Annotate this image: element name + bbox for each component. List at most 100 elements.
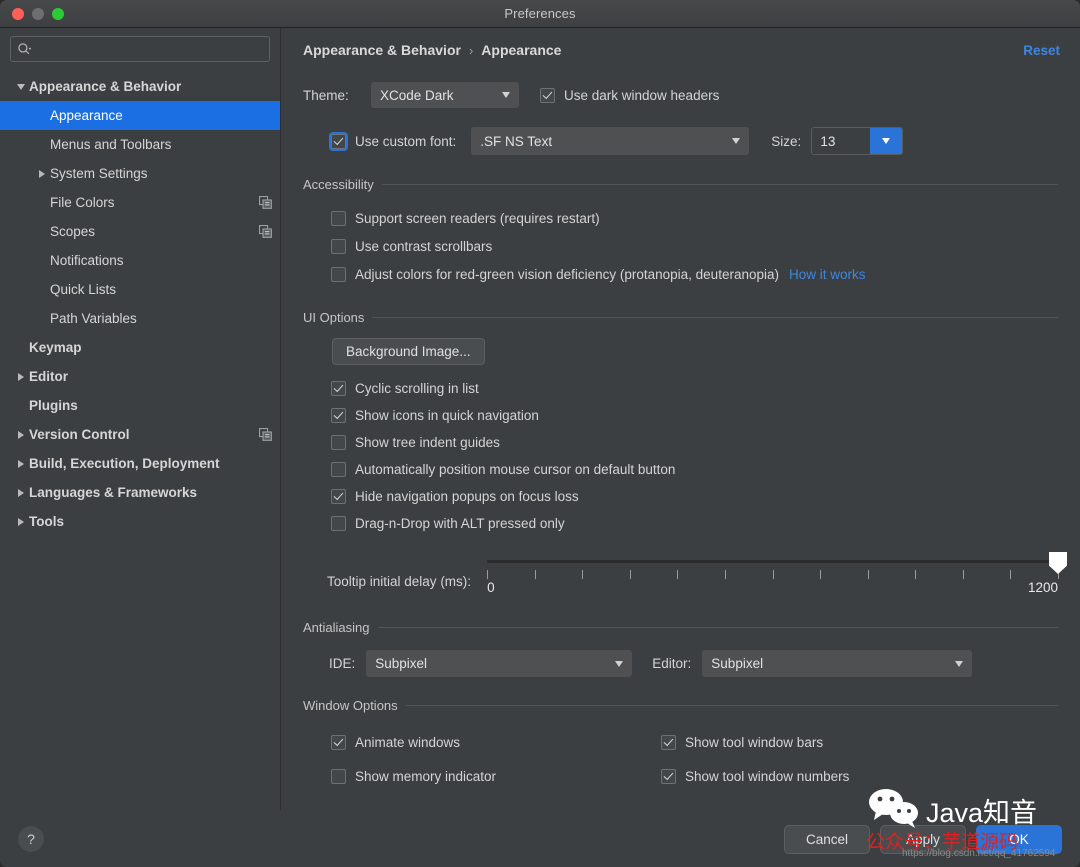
sidebar-item-menus-and-toolbars[interactable]: Menus and Toolbars [0,130,280,159]
sidebar-item-label: Version Control [29,427,130,442]
window-titlebar: Preferences [0,0,1080,28]
search-box[interactable] [10,36,270,62]
sidebar-item-appearance[interactable]: Appearance [0,101,280,130]
copy-settings-icon[interactable] [259,196,272,209]
background-image-button[interactable]: Background Image... [332,338,485,365]
sidebar-item-editor[interactable]: Editor [0,362,280,391]
window-option-row: Show tool window bars [661,725,1058,759]
chevron-right-icon[interactable] [14,515,27,528]
checkbox-show-memory-indicator[interactable]: Show memory indicator [331,769,496,784]
checkbox-label: Automatically position mouse cursor on d… [355,462,675,477]
chevron-right-icon[interactable] [14,428,27,441]
checkbox-checked-icon [661,769,676,784]
font-size-spinner[interactable]: 13 [811,127,903,155]
help-button[interactable]: ? [18,826,44,852]
accessibility-options: Support screen readers (requires restart… [303,204,1058,288]
slider-min-label: 0 [487,580,495,595]
checkbox-checked-icon [331,489,346,504]
checkbox-cyclic-scrolling-in-list[interactable]: Cyclic scrolling in list [331,381,479,396]
sidebar-item-file-colors[interactable]: File Colors [0,188,280,217]
editor-antialiasing-label: Editor: [652,656,691,671]
tooltip-delay-label: Tooltip initial delay (ms): [327,574,471,589]
cancel-button[interactable]: Cancel [784,825,870,854]
checkbox-checked-icon [661,735,676,750]
search-input[interactable] [35,42,263,56]
checkbox-label: Drag-n-Drop with ALT pressed only [355,516,565,531]
sidebar-item-tools[interactable]: Tools [0,507,280,536]
zoom-button-icon[interactable] [52,8,64,20]
sidebar-item-keymap[interactable]: Keymap [0,333,280,362]
sidebar-item-quick-lists[interactable]: Quick Lists [0,275,280,304]
font-size-value[interactable]: 13 [812,128,870,154]
tooltip-delay-slider[interactable]: 0 1200 [487,554,1058,602]
section-divider [372,317,1058,318]
font-size-dropdown-button[interactable] [870,128,902,154]
checkbox-automatically-position-mouse-cursor-on-d[interactable]: Automatically position mouse cursor on d… [331,462,675,477]
ui-options-list: Cyclic scrolling in list Show icons in qu… [303,375,1058,537]
checkbox-show-tree-indent-guides[interactable]: Show tree indent guides [331,435,500,450]
theme-select[interactable]: XCode Dark [371,82,519,108]
ok-button[interactable]: OK [976,825,1062,854]
sidebar-item-label: Editor [29,369,68,384]
window-options-left-column: Animate windows Show memory indicator [331,725,661,793]
sidebar-item-label: Quick Lists [50,282,116,297]
ide-antialiasing-select[interactable]: Subpixel [366,650,632,677]
copy-settings-icon[interactable] [259,428,272,441]
checkbox-show-icons-in-quick-navigation[interactable]: Show icons in quick navigation [331,408,539,423]
slider-track[interactable] [487,560,1058,563]
checkbox-label: Show memory indicator [355,769,496,784]
checkbox-label: Hide navigation popups on focus loss [355,489,579,504]
sidebar-item-appearance-behavior[interactable]: Appearance & Behavior [0,72,280,101]
checkbox-label: Animate windows [355,735,460,750]
sidebar-item-path-variables[interactable]: Path Variables [0,304,280,333]
checkbox-show-tool-window-numbers[interactable]: Show tool window numbers [661,769,849,784]
chevron-right-icon[interactable] [14,370,27,383]
section-divider [378,627,1059,628]
checkbox-label: Show tool window bars [685,735,823,750]
editor-antialiasing-value: Subpixel [711,656,945,671]
reset-link[interactable]: Reset [1023,43,1060,58]
sidebar-item-languages-frameworks[interactable]: Languages & Frameworks [0,478,280,507]
antialiasing-row: IDE: Subpixel Editor: Subpixel [303,650,1058,677]
window-body: Appearance & BehaviorAppearanceMenus and… [0,28,1080,810]
minimize-button-icon[interactable] [32,8,44,20]
checkbox-support-screen-readers-requires-restart[interactable]: Support screen readers (requires restart… [331,211,600,226]
ui-options-section-header: UI Options [303,310,1058,325]
use-custom-font-checkbox[interactable]: Use custom font: [331,134,456,149]
copy-settings-icon[interactable] [259,225,272,238]
checkbox-checked-icon [331,381,346,396]
sidebar-item-label: Menus and Toolbars [50,137,171,152]
checkbox-adjust-colors-for-red-green-vision-defic[interactable]: Adjust colors for red-green vision defic… [331,267,779,282]
slider-tick [915,570,916,579]
ui-option-row: Automatically position mouse cursor on d… [331,456,1058,483]
checkbox-show-tool-window-bars[interactable]: Show tool window bars [661,735,823,750]
editor-antialiasing-select[interactable]: Subpixel [702,650,972,677]
how-it-works-link[interactable]: How it works [789,267,866,282]
sidebar-item-version-control[interactable]: Version Control [0,420,280,449]
chevron-right-icon[interactable] [14,486,27,499]
checkbox-label: Show tree indent guides [355,435,500,450]
font-family-select[interactable]: .SF NS Text [471,127,749,155]
apply-button[interactable]: Apply [880,825,966,854]
checkbox-use-contrast-scrollbars[interactable]: Use contrast scrollbars [331,239,492,254]
sidebar-item-label: Scopes [50,224,95,239]
sidebar-item-build-execution-deployment[interactable]: Build, Execution, Deployment [0,449,280,478]
sidebar-item-system-settings[interactable]: System Settings [0,159,280,188]
checkbox-drag-n-drop-with-alt-pressed-only[interactable]: Drag-n-Drop with ALT pressed only [331,516,565,531]
chevron-down-icon[interactable] [14,80,27,93]
checkbox-checked-icon [331,408,346,423]
chevron-right-icon[interactable] [35,167,48,180]
breadcrumb-separator-icon: › [469,43,473,58]
breadcrumb-parent[interactable]: Appearance & Behavior [303,42,461,58]
slider-tick [963,570,964,579]
sidebar-item-notifications[interactable]: Notifications [0,246,280,275]
sidebar-item-scopes[interactable]: Scopes [0,217,280,246]
chevron-right-icon[interactable] [14,457,27,470]
dark-window-headers-label: Use dark window headers [564,88,719,103]
checkbox-hide-navigation-popups-on-focus-loss[interactable]: Hide navigation popups on focus loss [331,489,579,504]
close-button-icon[interactable] [12,8,24,20]
checkbox-animate-windows[interactable]: Animate windows [331,735,460,750]
sidebar-item-plugins[interactable]: Plugins [0,391,280,420]
chevron-down-icon [955,661,963,667]
dark-window-headers-checkbox[interactable]: Use dark window headers [540,88,719,103]
